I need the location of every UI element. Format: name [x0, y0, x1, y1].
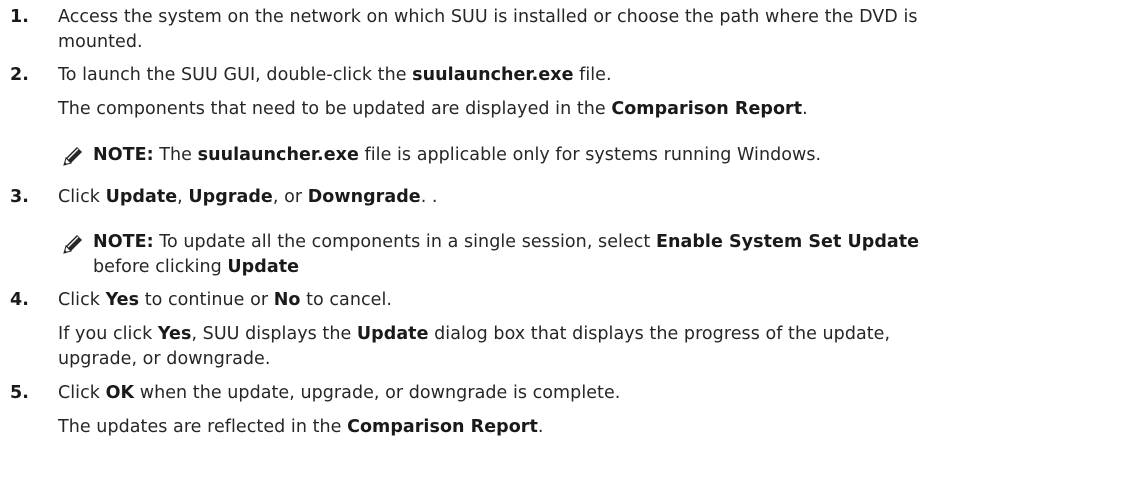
step-1-text: Access the system on the network on whic…	[58, 7, 918, 27]
no-option: No	[273, 290, 301, 310]
text: , SUU displays the	[191, 324, 357, 344]
step-4-text: Click Yes to continue or No to cancel.	[58, 290, 392, 310]
update-option: Update	[105, 187, 178, 207]
step-5-detail: The updates are reflected in the Compari…	[58, 417, 543, 437]
report-name: Comparison Report	[347, 417, 538, 437]
note-label: NOTE:	[93, 232, 154, 252]
text: file is applicable only for systems runn…	[358, 145, 822, 165]
text: . .	[420, 187, 438, 207]
update-option: Update	[227, 257, 300, 277]
text: to cancel.	[300, 290, 392, 310]
text: The components that need to be updated a…	[58, 99, 612, 119]
downgrade-option: Downgrade	[307, 187, 421, 207]
step-number: 2.	[10, 65, 29, 85]
procedure-document: 1. Access the system on the network on w…	[0, 0, 1131, 492]
text: to continue or	[139, 290, 274, 310]
report-name: Comparison Report	[611, 99, 803, 119]
step-4-detail-cont: upgrade, or downgrade.	[58, 349, 271, 369]
setting-name: Enable System Set Update	[655, 232, 920, 252]
text: before clicking	[93, 257, 228, 277]
ok-option: OK	[105, 383, 135, 403]
step-number: 5.	[10, 383, 29, 403]
yes-option: Yes	[157, 324, 192, 344]
text: , or	[272, 187, 308, 207]
filename: suulauncher.exe	[197, 145, 359, 165]
text: dialog box that displays the progress of…	[428, 324, 891, 344]
text: If you click	[58, 324, 158, 344]
step-number: 3.	[10, 187, 29, 207]
upgrade-option: Upgrade	[188, 187, 273, 207]
text: Click	[58, 187, 106, 207]
text: To update all the components in a single…	[153, 232, 656, 252]
text: file.	[573, 65, 612, 85]
note-label: NOTE:	[93, 145, 154, 165]
step-3-text: Click Update, Upgrade, or Downgrade. .	[58, 187, 438, 207]
note-2-cont: before clicking Update	[93, 257, 299, 277]
text: .	[537, 417, 544, 437]
step-number: 4.	[10, 290, 29, 310]
step-4-detail: If you click Yes, SUU displays the Updat…	[58, 324, 890, 344]
yes-option: Yes	[105, 290, 140, 310]
text: The updates are reflected in the	[58, 417, 348, 437]
step-number: 1.	[10, 7, 29, 27]
step-2-detail: The components that need to be updated a…	[58, 99, 808, 119]
text: Click	[58, 383, 106, 403]
note-1: NOTE: The suulauncher.exe file is applic…	[93, 145, 821, 165]
text: .	[802, 99, 808, 119]
text: Click	[58, 290, 106, 310]
update-dialog-name: Update	[356, 324, 429, 344]
text: To launch the SUU GUI, double-click the	[58, 65, 413, 85]
note-2: NOTE: To update all the components in a …	[93, 232, 919, 252]
filename: suulauncher.exe	[412, 65, 574, 85]
pencil-note-icon	[60, 233, 84, 257]
step-1-text-cont: mounted.	[58, 32, 143, 52]
step-2-text: To launch the SUU GUI, double-click the …	[58, 65, 612, 85]
text: ,	[177, 187, 189, 207]
text: The	[153, 145, 198, 165]
step-5-text: Click OK when the update, upgrade, or do…	[58, 383, 620, 403]
pencil-note-icon	[60, 145, 84, 169]
text: when the update, upgrade, or downgrade i…	[134, 383, 621, 403]
